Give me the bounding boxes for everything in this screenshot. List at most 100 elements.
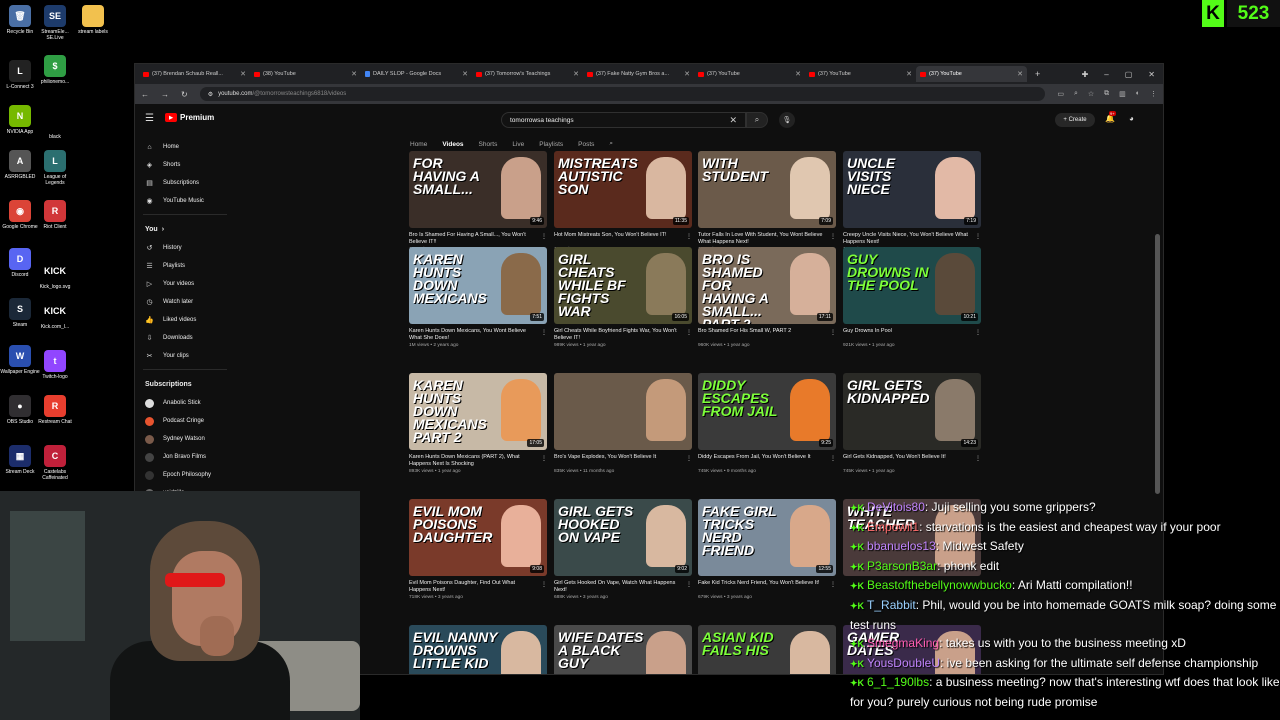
sidebar-item[interactable]: ▤ Subscriptions bbox=[135, 174, 235, 192]
desktop-icon[interactable]: S Steam bbox=[0, 298, 40, 328]
chat-username[interactable]: YousDoubleU bbox=[867, 656, 940, 670]
video-title[interactable]: Creepy Uncle Visits Niece, You Won't Bel… bbox=[843, 232, 981, 246]
video-options-icon[interactable]: ⋮ bbox=[830, 233, 836, 240]
reload-icon[interactable]: ↻ bbox=[181, 90, 188, 99]
video-thumbnail[interactable]: GIRL GETS KIDNAPPED 14:23 bbox=[843, 373, 981, 450]
chat-username[interactable]: SmegmaKing bbox=[867, 636, 939, 650]
video-card[interactable]: ASIAN KID FAILS HIS bbox=[698, 625, 836, 674]
video-card[interactable]: KAREN HUNTS DOWN MEXICANS PART 2 17:05 Kar… bbox=[409, 373, 547, 474]
video-card[interactable]: FOR HAVING A SMALL... 9:46 Bro Is Shamed F… bbox=[409, 151, 547, 252]
video-card[interactable]: EVIL MOM POISONS DAUGHTER 9:08 Evil Mom Po… bbox=[409, 499, 547, 600]
video-thumbnail[interactable]: WITH STUDENT 7:09 bbox=[698, 151, 836, 228]
channel-tab[interactable]: Posts bbox=[578, 141, 594, 148]
browser-tab[interactable]: (37) YouTube ✕ bbox=[694, 66, 805, 82]
channel-tab[interactable]: Shorts bbox=[479, 141, 498, 148]
video-thumbnail[interactable]: WIFE DATES A BLACK GUY bbox=[554, 625, 692, 674]
sidebar-subscription[interactable]: Epoch Philosophy bbox=[135, 466, 235, 484]
cast-icon[interactable]: ▭ bbox=[1057, 90, 1064, 98]
sidebar-you-header[interactable]: You › bbox=[135, 219, 235, 239]
channel-search-icon[interactable]: ⌕ bbox=[609, 140, 613, 148]
chat-username[interactable]: Beastofthebellynowwbucko bbox=[867, 578, 1012, 592]
clear-search-icon[interactable]: ✕ bbox=[729, 115, 737, 126]
forward-icon[interactable]: → bbox=[161, 90, 169, 99]
video-title[interactable]: Bro's Vape Explodes, You Won't Believe I… bbox=[554, 454, 692, 468]
desktop-icon[interactable]: R Riot Client bbox=[35, 200, 75, 230]
video-title[interactable]: Hot Mom Mistreats Son, You Won't Believe… bbox=[554, 232, 692, 246]
browser-tab[interactable]: (37) YouTube ✕ bbox=[916, 66, 1027, 82]
desktop-icon[interactable]: ▦ Stream Deck bbox=[0, 445, 40, 475]
video-thumbnail[interactable]: GUY DROWNS IN THE POOL 10:21 bbox=[843, 247, 981, 324]
video-title[interactable]: Evil Mom Poisons Daughter, Find Out What… bbox=[409, 580, 547, 594]
video-card[interactable]: GIRL GETS HOOKED ON VAPE 9:02 Girl Gets Ho… bbox=[554, 499, 692, 600]
desktop-icon[interactable]: 🗑 Recycle Bin bbox=[0, 5, 40, 35]
video-card[interactable]: BRO IS SHAMED FOR HAVING A SMALL... PART… bbox=[698, 247, 836, 348]
search-button[interactable]: ⌕ bbox=[746, 112, 768, 128]
desktop-icon[interactable]: $ philionemo... bbox=[35, 55, 75, 85]
minimize-icon[interactable]: – bbox=[1104, 70, 1108, 79]
video-thumbnail[interactable]: ASIAN KID FAILS HIS bbox=[698, 625, 836, 674]
video-thumbnail[interactable]: EVIL NANNY DROWNS LITTLE KID bbox=[409, 625, 547, 674]
video-thumbnail[interactable]: FOR HAVING A SMALL... 9:46 bbox=[409, 151, 547, 228]
video-options-icon[interactable]: ⋮ bbox=[686, 329, 692, 336]
voice-search-icon[interactable]: 🎙 bbox=[779, 112, 795, 128]
video-thumbnail[interactable] bbox=[554, 373, 692, 450]
desktop-icon[interactable]: t Twitch-logo bbox=[35, 350, 75, 380]
video-title[interactable]: Girl Gets Hooked On Vape, Watch What Hap… bbox=[554, 580, 692, 594]
sidebar-subscription[interactable]: Jon Bravo Films bbox=[135, 448, 235, 466]
desktop-icon[interactable]: SE StreamEle... SE.Live bbox=[35, 5, 75, 41]
video-card[interactable]: WITH STUDENT 7:09 Tutor Falls In Love With… bbox=[698, 151, 836, 252]
sidebar-item[interactable]: ▷ Your videos bbox=[135, 275, 235, 293]
sidebar-item[interactable]: ↺ History bbox=[135, 239, 235, 257]
chat-username[interactable]: bbanuelos13 bbox=[867, 539, 936, 553]
chat-username[interactable]: T_Rabbit bbox=[867, 598, 916, 612]
video-options-icon[interactable]: ⋮ bbox=[975, 329, 981, 336]
video-options-icon[interactable]: ⋮ bbox=[686, 581, 692, 588]
video-options-icon[interactable]: ⋮ bbox=[686, 233, 692, 240]
video-title[interactable]: Diddy Escapes From Jail, You Won't Belie… bbox=[698, 454, 836, 468]
channel-tab[interactable]: Home bbox=[410, 141, 427, 148]
video-thumbnail[interactable]: FAKE GIRL TRICKS NERD FRIEND 12:55 bbox=[698, 499, 836, 576]
video-title[interactable]: Tutor Falls In Love With Student, You Wo… bbox=[698, 232, 836, 246]
tab-search-icon[interactable]: ✚ bbox=[1082, 70, 1089, 79]
video-title[interactable]: Girl Cheats While Boyfriend Fights War, … bbox=[554, 328, 692, 342]
close-tab-icon[interactable]: ✕ bbox=[351, 70, 357, 78]
desktop-icon[interactable]: N NVIDIA App bbox=[0, 105, 40, 135]
bookmark-star-icon[interactable]: ☆ bbox=[1088, 90, 1094, 98]
channel-tab[interactable]: Playlists bbox=[539, 141, 563, 148]
page-scrollbar[interactable] bbox=[1155, 234, 1160, 494]
video-card[interactable]: GIRL GETS KIDNAPPED 14:23 Girl Gets Kidnap… bbox=[843, 373, 981, 474]
video-options-icon[interactable]: ⋮ bbox=[975, 233, 981, 240]
desktop-icon[interactable]: ◉ Google Chrome bbox=[0, 200, 40, 230]
desktop-icon[interactable]: L League of Legends bbox=[35, 150, 75, 186]
zoom-icon[interactable]: ⌕ bbox=[1074, 90, 1078, 98]
video-thumbnail[interactable]: MISTREATS AUTISTIC SON 11:35 bbox=[554, 151, 692, 228]
browser-tab[interactable]: DAILY SLOP - Google Docs ✕ bbox=[361, 66, 472, 82]
chat-username[interactable]: Empowil1 bbox=[867, 520, 919, 534]
desktop-icon[interactable]: C Castelabs Caffeinated bbox=[35, 445, 75, 481]
desktop-icon[interactable]: L L-Connect 3 bbox=[0, 60, 40, 90]
video-card[interactable]: Bro's Vape Explodes, You Won't Believe I… bbox=[554, 373, 692, 474]
desktop-icon[interactable]: black bbox=[35, 110, 75, 140]
channel-tab[interactable]: Live bbox=[512, 141, 524, 148]
video-options-icon[interactable]: ⋮ bbox=[541, 455, 547, 462]
chat-username[interactable]: 6_1_190lbs bbox=[867, 675, 929, 689]
video-options-icon[interactable]: ⋮ bbox=[541, 581, 547, 588]
desktop-icon[interactable]: A ASRRGBLED bbox=[0, 150, 40, 180]
video-title[interactable]: Karen Hunts Down Mexicans, You Wont Beli… bbox=[409, 328, 547, 342]
new-tab-icon[interactable]: + bbox=[1035, 69, 1040, 79]
close-tab-icon[interactable]: ✕ bbox=[684, 70, 690, 78]
video-title[interactable]: Bro Is Shamed For Having A Small..., You… bbox=[409, 232, 547, 246]
video-options-icon[interactable]: ⋮ bbox=[541, 329, 547, 336]
video-thumbnail[interactable]: GIRL CHEATS WHILE BF FIGHTS WAR 16:05 bbox=[554, 247, 692, 324]
video-thumbnail[interactable]: KAREN HUNTS DOWN MEXICANS PART 2 17:05 bbox=[409, 373, 547, 450]
browser-tab[interactable]: (38) YouTube ✕ bbox=[250, 66, 361, 82]
account-avatar[interactable]: ◕ bbox=[1129, 114, 1134, 123]
video-card[interactable]: GUY DROWNS IN THE POOL 10:21 Guy Drowns In… bbox=[843, 247, 981, 348]
video-title[interactable]: Girl Gets Kidnapped, You Won't Believe I… bbox=[843, 454, 981, 468]
desktop-icon[interactable]: KICK Kick_logo.svg bbox=[35, 260, 75, 290]
browser-tab[interactable]: (37) Fake Natty Gym Bros a... ✕ bbox=[583, 66, 694, 82]
video-options-icon[interactable]: ⋮ bbox=[830, 329, 836, 336]
video-thumbnail[interactable]: EVIL MOM POISONS DAUGHTER 9:08 bbox=[409, 499, 547, 576]
chat-username[interactable]: DeVitois80 bbox=[867, 500, 925, 514]
url-field[interactable]: ⚙ youtube.com/@tomorrowsteachings6818/vi… bbox=[199, 87, 1046, 101]
